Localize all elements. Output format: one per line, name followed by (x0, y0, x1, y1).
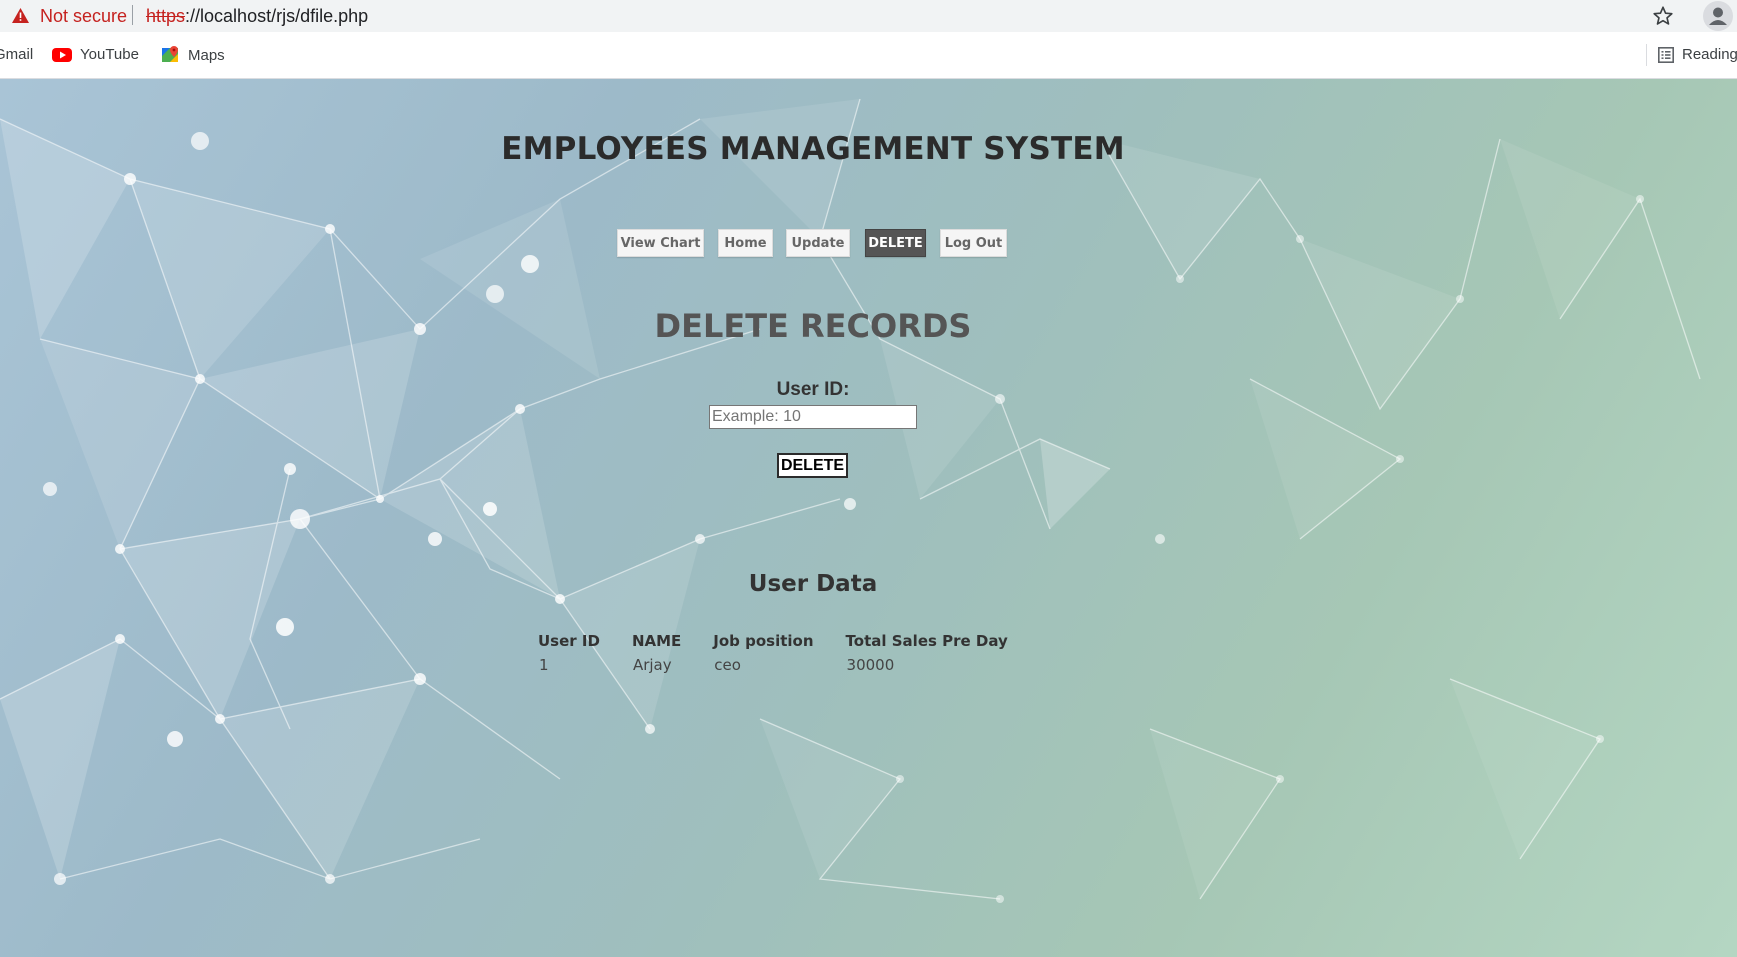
nav-delete-button[interactable]: DELETE (865, 229, 926, 257)
youtube-icon (52, 47, 72, 62)
page-content: EMPLOYEES MANAGEMENT SYSTEM View Chart H… (0, 79, 1737, 957)
profile-avatar-icon[interactable] (1703, 1, 1733, 31)
maps-icon (162, 46, 178, 62)
warning-icon (12, 8, 29, 23)
nav-update-button[interactable]: Update (786, 229, 850, 257)
user-id-label: User ID: (776, 379, 850, 400)
bookmarks-separator (1646, 44, 1647, 66)
browser-address-bar: Not secure https://localhost/rjs/dfile.p… (0, 0, 1737, 32)
bookmark-label: Maps (188, 46, 225, 64)
cell-name: Arjay (632, 656, 672, 674)
nav-home-button[interactable]: Home (718, 229, 773, 257)
bookmark-label: YouTube (80, 46, 139, 63)
address-separator (132, 5, 133, 25)
bookmark-maps[interactable]: Maps (162, 46, 225, 64)
cell-user-id: 1 (539, 656, 549, 674)
user-data-title: User Data (748, 571, 878, 597)
url-path: ://localhost/rjs/dfile.php (185, 6, 369, 26)
cell-total-sales: 30000 (846, 656, 895, 674)
delete-submit-button[interactable]: DELETE (777, 453, 848, 478)
cell-job-position: ceo (714, 656, 741, 674)
column-header-total-sales: Total Sales Pre Day (845, 632, 1008, 650)
reading-list[interactable]: Reading list (1658, 46, 1737, 63)
bookmark-star-icon[interactable] (1652, 5, 1674, 27)
security-status[interactable]: Not secure (40, 6, 127, 27)
bookmark-youtube[interactable]: YouTube (52, 46, 139, 63)
bookmark-label: Gmail (0, 46, 34, 63)
reading-list-label: Reading list (1682, 46, 1737, 63)
table-row: 1 Arjay ceo 30000 (538, 654, 1040, 674)
user-data-table: User ID NAME Job position Total Sales Pr… (538, 632, 1040, 674)
user-id-input[interactable] (709, 405, 917, 429)
bookmark-gmail[interactable]: Gmail (0, 46, 33, 63)
section-title: DELETE RECORDS (654, 307, 972, 345)
bookmarks-bar: Gmail YouTube Maps Reading list (0, 32, 1737, 79)
page-viewport: EMPLOYEES MANAGEMENT SYSTEM View Chart H… (0, 79, 1737, 957)
column-header-name: NAME (631, 632, 682, 650)
table-header-row: User ID NAME Job position Total Sales Pr… (538, 632, 1040, 654)
column-header-job-position: Job position (713, 632, 814, 650)
nav-logout-button[interactable]: Log Out (940, 229, 1007, 257)
nav-view-chart-button[interactable]: View Chart (617, 229, 704, 257)
url-scheme: https (146, 6, 186, 26)
url-field[interactable]: https://localhost/rjs/dfile.php (146, 6, 368, 27)
column-header-user-id: User ID (538, 632, 600, 650)
reading-list-icon (1658, 46, 1674, 63)
site-title: EMPLOYEES MANAGEMENT SYSTEM (501, 131, 1125, 167)
